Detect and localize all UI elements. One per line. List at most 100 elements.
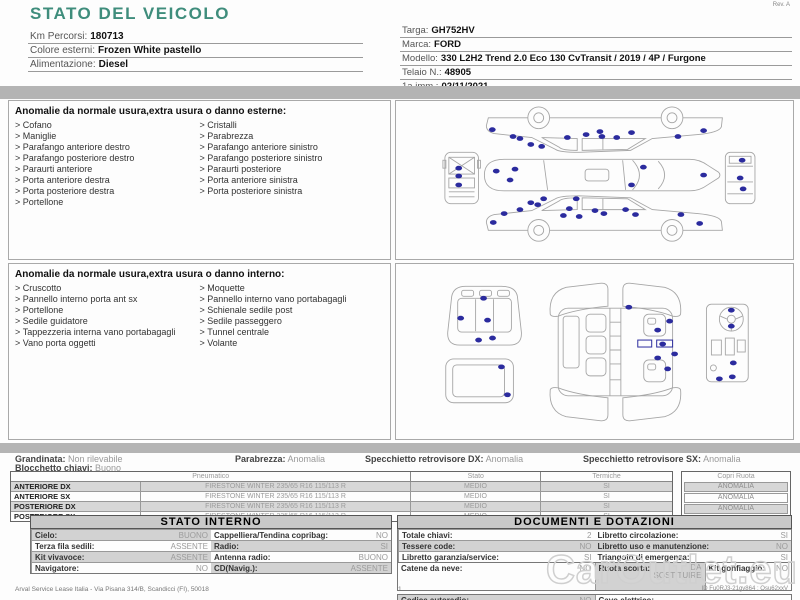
- field-value: NO: [196, 563, 208, 573]
- field-label: Terza fila sedili:: [35, 541, 95, 551]
- highlight-boxes: [637, 339, 674, 348]
- anomaly-item: Cofano: [15, 120, 200, 131]
- documenti-row-codes: Codice autoradio:NO Cavo elettrico:: [397, 594, 792, 600]
- stato-interno-title: STATO INTERNO: [30, 515, 392, 529]
- field-cell: Antenna radio: BUONO: [211, 551, 391, 562]
- col-header-copri-ruota: Copri Ruota: [717, 473, 755, 480]
- anomaly-item: Cristalli: [200, 120, 385, 131]
- documenti-title: DOCUMENTI E DOTAZIONI: [397, 515, 792, 529]
- info-row: Alimentazione: Diesel: [28, 58, 363, 72]
- interior-damage-diagram: [395, 263, 794, 440]
- field-label: Antenna radio:: [214, 552, 271, 562]
- exterior-anomalies-title: Anomalie da normale usura,extra usura o …: [15, 106, 287, 117]
- info-value: Frozen White pastello: [98, 45, 202, 56]
- tyre-table-header: Pneumatico Stato Termiche: [11, 472, 672, 482]
- field-cell: Tessere code: NO: [398, 540, 595, 551]
- damage-markers: [455, 127, 747, 226]
- field-cell: Radio: SI: [211, 540, 391, 551]
- footer-doc-id: ID Fu0RJ3-21gv864 ; Osu62xxV: [701, 586, 788, 592]
- info-value: FORD: [434, 39, 461, 50]
- field-cell: Codice autoradio:NO: [398, 595, 595, 600]
- col-header-stato: Stato: [411, 472, 542, 481]
- field-cell: Catene da neve: NO: [401, 564, 592, 573]
- field-value: NO: [376, 530, 388, 540]
- status-specchietto-sx: Specchietto retrovisore SX: Anomalia: [583, 454, 741, 464]
- anomaly-item: Pannello interno porta ant sx: [15, 294, 200, 305]
- info-row: Colore esterni: Frozen White pastello: [28, 44, 363, 58]
- anomaly-item: Paraurti anteriore: [15, 164, 200, 175]
- tyre-row: ANTERIORE DX FIRESTONE WINTER 235/65 R16…: [11, 482, 672, 492]
- field-cell: Cavo elettrico:: [594, 595, 792, 600]
- field-value: ASSENTE: [350, 563, 388, 573]
- footer-page-number: 1: [398, 586, 402, 593]
- field-value: NO: [776, 541, 788, 551]
- info-row: Telaio N.: 48905: [400, 66, 792, 80]
- field-value: BUONO: [358, 552, 388, 562]
- dashboard-view-outline: [705, 303, 749, 383]
- separator-band: [0, 443, 800, 453]
- status-parabrezza: Parabrezza: Anomalia: [235, 454, 326, 464]
- tyre-row: ANTERIORE SX FIRESTONE WINTER 235/65 R16…: [11, 492, 672, 502]
- interior-anomalies-col2: MoquettePannello interno vano portabagag…: [200, 283, 385, 349]
- copri-value: ANOMALIA: [684, 504, 788, 514]
- copri-value: ANOMALIA: [684, 493, 788, 503]
- exterior-anomalies-panel: Anomalie da normale usura,extra usura o …: [8, 100, 391, 260]
- field-cell: Terza fila sedili: ASSENTE: [31, 540, 211, 551]
- info-label: Km Percorsi:: [30, 31, 88, 42]
- anomaly-item: Portellone: [15, 197, 200, 208]
- field-cell: Cappelliera/Tendina copribag: NO: [211, 529, 391, 540]
- tyre-position: ANTERIORE SX: [11, 492, 141, 501]
- field-cell: Libretto uso e manutenzione: NO: [594, 540, 791, 551]
- anomaly-item: Parabrezza: [200, 131, 385, 142]
- field-cell: Libretto garanzia/service: SI: [398, 551, 595, 562]
- tyre-description: FIRESTONE WINTER 235/65 R16 115/113 R: [141, 492, 411, 501]
- info-value: GH752HV: [431, 25, 475, 36]
- top-view-outline: [483, 158, 721, 192]
- interior-anomalies-col1: CruscottoPannello interno porta ant sxPo…: [15, 283, 200, 349]
- vehicle-info-left: Km Percorsi: 180713 Colore esterni: Frozen…: [28, 30, 363, 72]
- rear-seat-view-outline: [447, 285, 522, 346]
- anomaly-item: Volante: [200, 338, 385, 349]
- field-value: SI: [583, 552, 592, 562]
- anomaly-item: Parafango anteriore destro: [15, 142, 200, 153]
- field-value: NO: [579, 541, 592, 551]
- anomaly-item: Paraurti posteriore: [200, 164, 385, 175]
- field-label: Triangolo di emergenza:: [597, 552, 690, 562]
- anomaly-item: Sedile passeggero: [200, 316, 385, 327]
- field-cell: Cielo: BUONO: [31, 529, 211, 540]
- tyre-description: FIRESTONE WINTER 235/65 R16 115/113 R: [141, 502, 411, 511]
- tyre-state: MEDIO: [411, 482, 541, 491]
- field-label: Libretto circolazione:: [597, 530, 679, 540]
- info-label: Targa:: [402, 25, 429, 36]
- field-label: Navigatore:: [35, 563, 80, 573]
- field-value: ASSENTE: [170, 552, 208, 562]
- revision-label: Rev. A: [772, 2, 790, 8]
- anomaly-item: Porta posteriore destra: [15, 186, 200, 197]
- info-row: Km Percorsi: 180713: [28, 30, 363, 44]
- field-value: SI: [780, 530, 788, 540]
- vehicle-report-page: STATO DEL VEICOLO Rev. A Km Percorsi: 180…: [0, 0, 800, 600]
- field-value: SI: [780, 552, 788, 562]
- anomaly-item: Portellone: [15, 305, 200, 316]
- field-label: Tessere code:: [402, 541, 456, 551]
- col-header-pneumatico: Pneumatico: [11, 472, 412, 481]
- field-label: Libretto uso e manutenzione:: [597, 541, 710, 551]
- field-value: SI: [380, 541, 388, 551]
- anomaly-item: Parafango posteriore destro: [15, 153, 200, 164]
- tyre-winter: SI: [603, 503, 610, 510]
- cabin-top-view-outline: [549, 282, 682, 422]
- anomaly-item: Sedile guidatore: [15, 316, 200, 327]
- tyre-position: POSTERIORE DX: [11, 502, 141, 511]
- tyre-description: FIRESTONE WINTER 235/65 R16 115/113 R: [141, 482, 411, 491]
- tyre-winter: SI: [603, 483, 610, 490]
- footer-company: Arval Service Lease Italia - Via Pisana …: [15, 586, 209, 593]
- info-label: Modello:: [402, 53, 438, 64]
- info-value: 330 L2H2 Trend 2.0 Eco 130 CvTransit / 2…: [440, 53, 706, 64]
- anomaly-item: Porta anteriore destra: [15, 175, 200, 186]
- status-specchietto-dx: Specchietto retrovisore DX: Anomalia: [365, 454, 524, 464]
- tyre-state: MEDIO: [411, 502, 541, 511]
- exterior-car-diagram-svg: [442, 106, 756, 242]
- field-label: Libretto garanzia/service:: [402, 552, 499, 562]
- info-value: 48905: [444, 67, 472, 78]
- info-row: Modello: 330 L2H2 Trend 2.0 Eco 130 CvTra…: [400, 52, 792, 66]
